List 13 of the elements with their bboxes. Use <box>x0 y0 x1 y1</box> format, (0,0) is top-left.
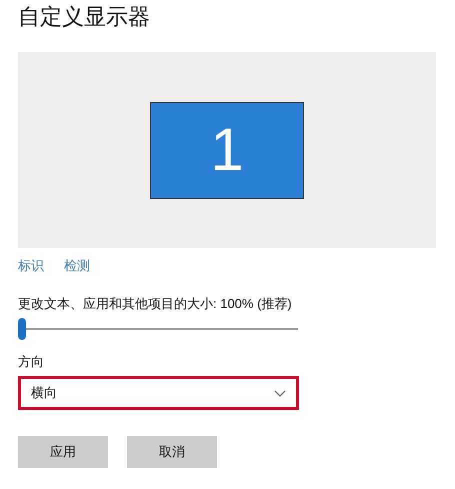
monitor-number: 1 <box>210 120 244 180</box>
orientation-dropdown[interactable]: 横向 <box>18 376 299 410</box>
link[interactable]: 检测 <box>64 256 90 278</box>
link[interactable]: 标识 <box>18 256 44 278</box>
scale-slider[interactable] <box>18 318 298 340</box>
chevron-down-icon <box>274 390 286 396</box>
orientation-label: 方向 <box>18 353 45 371</box>
scale-label: 更改文本、应用和其他项目的大小: 100% (推荐) <box>18 295 293 313</box>
dialog-button[interactable]: 应用 <box>18 436 108 468</box>
slider-thumb[interactable] <box>18 318 26 340</box>
dialog-button[interactable]: 取消 <box>127 436 217 468</box>
monitor[interactable]: 1 <box>150 102 304 198</box>
page-title: 自定义显示器 <box>18 3 151 31</box>
